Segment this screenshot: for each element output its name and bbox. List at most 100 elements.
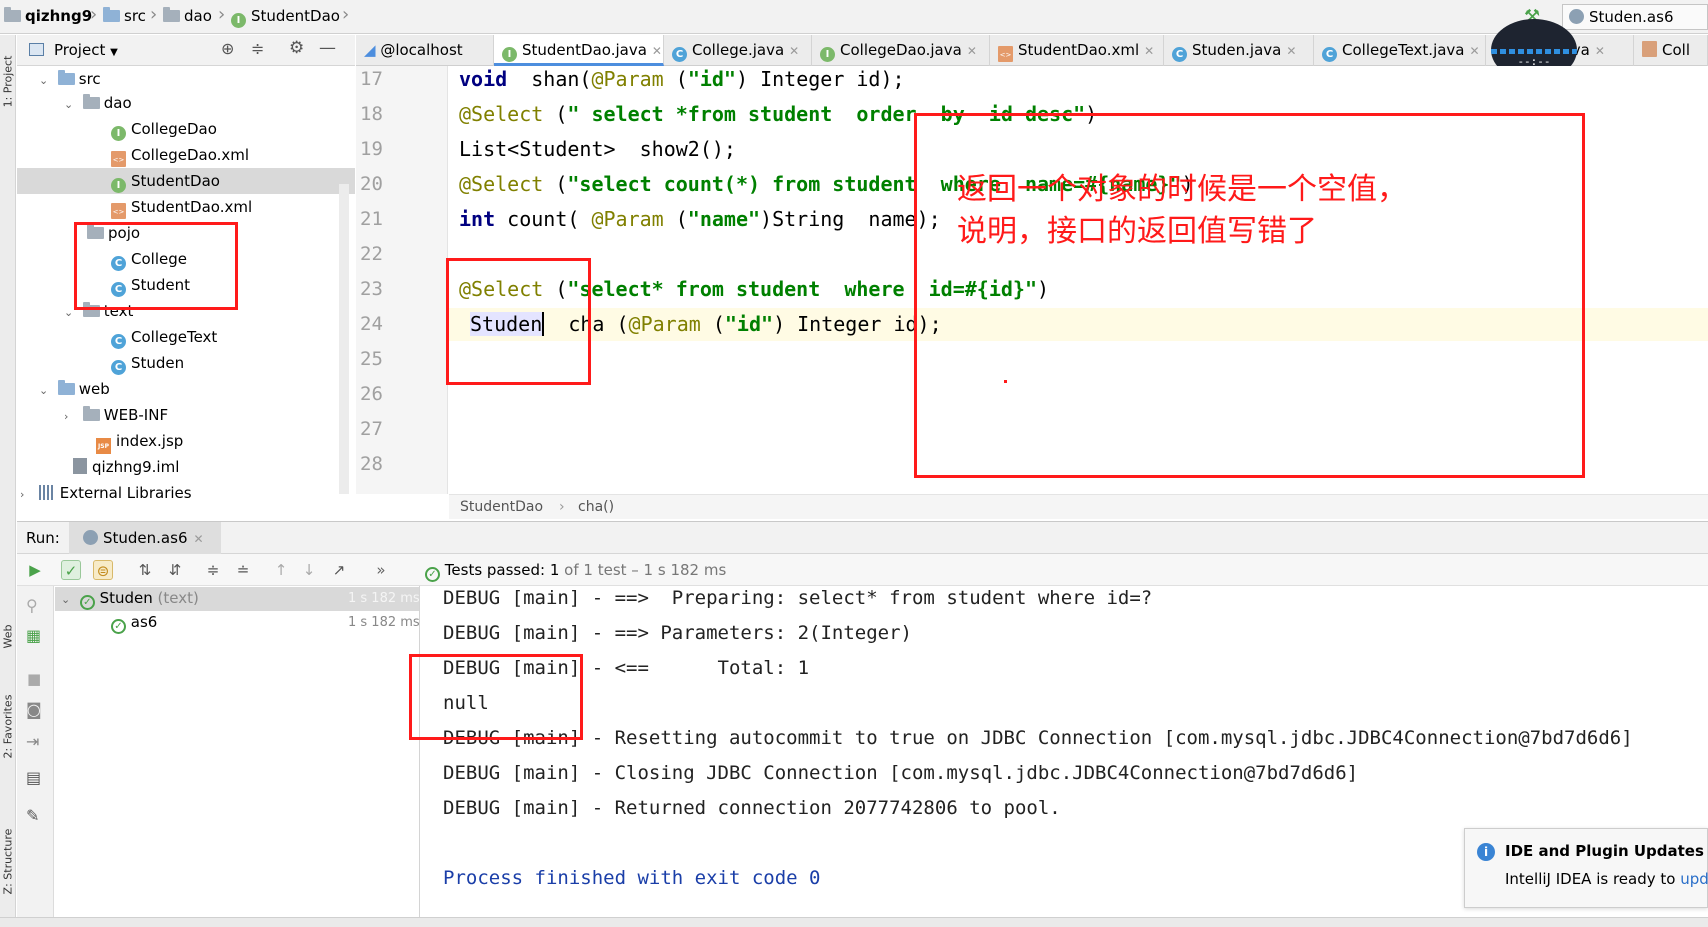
test-duration: 1 s 182 ms xyxy=(348,591,420,606)
line-number: 20 xyxy=(360,173,383,195)
line-number: 26 xyxy=(360,383,383,405)
more-options-icon[interactable]: » xyxy=(371,560,391,580)
tree-item-studentdao-xml[interactable]: <> StudentDao.xml xyxy=(111,194,252,220)
close-icon[interactable]: ✕ xyxy=(789,44,799,58)
test-row-studen[interactable]: ⌄ ✓ Studen (text) xyxy=(61,589,199,610)
tree-item-studentdao[interactable]: I StudentDao xyxy=(17,168,355,194)
line-number: 25 xyxy=(360,348,383,370)
module-icon xyxy=(4,7,21,22)
previous-failed-icon[interactable]: ↑ xyxy=(271,560,291,580)
folder-icon xyxy=(57,70,75,85)
tab-coll-truncated[interactable]: Coll xyxy=(1634,35,1708,66)
rerun-icon[interactable]: ▶ xyxy=(25,560,45,580)
locate-target-icon[interactable]: ⊕ xyxy=(221,39,234,58)
tab-studentdao-java[interactable]: I StudentDao.java ✕ xyxy=(494,35,664,66)
breadcrumb-studentdao[interactable]: I StudentDao xyxy=(231,7,340,28)
coverage-icon[interactable]: ▦ xyxy=(26,626,41,645)
close-icon[interactable]: ✕ xyxy=(194,532,204,546)
annotation-box-null-result xyxy=(409,654,583,740)
stop-icon[interactable]: ■ xyxy=(27,670,41,688)
tab-localhost[interactable]: ◢ @localhost xyxy=(356,35,494,66)
gear-icon[interactable]: ⚙ xyxy=(289,38,304,58)
line-number: 21 xyxy=(360,208,383,230)
show-ignored-icon[interactable]: ⊜ xyxy=(93,560,113,580)
line-number: 18 xyxy=(360,103,383,125)
breadcrumb-dao[interactable]: dao xyxy=(163,7,212,25)
show-passed-icon[interactable]: ✓ xyxy=(61,560,81,580)
tree-item-external-libraries[interactable]: › External Libraries xyxy=(20,480,192,506)
test-row-as6[interactable]: ✓ as6 xyxy=(111,613,157,634)
close-icon[interactable]: ✕ xyxy=(967,44,977,58)
status-bar xyxy=(0,917,1708,927)
expand-arrow-icon: ⌄ xyxy=(39,74,49,87)
editor-crumb-method[interactable]: cha() xyxy=(578,495,614,519)
tree-item-index-jsp[interactable]: JSP index.jsp xyxy=(96,428,183,454)
collapse-all-icon[interactable]: ≑ xyxy=(251,39,264,58)
layout-icon[interactable]: ▤ xyxy=(26,768,41,787)
tree-item-dao[interactable]: ⌄ dao xyxy=(64,90,132,116)
check-circle-icon: ✓ xyxy=(425,567,440,582)
next-failed-icon[interactable]: ↓ xyxy=(299,560,319,580)
tree-item-iml[interactable]: qizhng9.iml xyxy=(73,454,179,480)
sort-alphabetically-icon[interactable]: ⇅ xyxy=(135,560,155,580)
tree-item-collegetext[interactable]: C CollegeText xyxy=(111,324,217,350)
file-icon xyxy=(1642,41,1657,57)
export-results-icon[interactable]: ↗ xyxy=(329,560,349,580)
tab-collegetext-java[interactable]: C CollegeText.java ✕ xyxy=(1314,35,1486,66)
pin-icon[interactable]: ✎ xyxy=(26,806,39,825)
breadcrumb-separator: › xyxy=(218,4,226,25)
annotation-dot xyxy=(1004,380,1007,383)
project-view-icon xyxy=(29,43,44,56)
close-icon[interactable]: ✕ xyxy=(1144,44,1154,58)
tree-scrollbar[interactable] xyxy=(339,184,349,494)
breadcrumb-src[interactable]: src xyxy=(103,7,146,25)
tree-item-collegedao[interactable]: I CollegeDao xyxy=(111,116,217,142)
folder-icon xyxy=(103,7,120,22)
tree-item-web[interactable]: ⌄ web xyxy=(39,376,110,402)
tab-studen-java[interactable]: C Studen.java ✕ xyxy=(1164,35,1314,66)
breadcrumb-project[interactable]: qizhng9 xyxy=(4,7,92,25)
close-icon[interactable]: ✕ xyxy=(1470,44,1480,58)
class-icon: C xyxy=(672,47,687,62)
camera-icon[interactable]: ◙ xyxy=(26,700,42,719)
xml-file-icon: <> xyxy=(111,151,126,167)
editor-crumb-class[interactable]: StudentDao xyxy=(460,495,543,519)
sign-in-icon[interactable]: ⇥ xyxy=(26,732,39,751)
expand-all-icon[interactable]: ≑ xyxy=(203,560,223,580)
tab-college-java[interactable]: C College.java ✕ xyxy=(664,35,812,66)
test-results-tree: ⌄ ✓ Studen (text) 1 s 182 ms ✓ as6 1 s 1… xyxy=(55,586,420,927)
debug-icon[interactable]: ⚲ xyxy=(26,596,38,615)
interface-icon: I xyxy=(502,47,517,62)
notification-link[interactable]: upda xyxy=(1680,870,1708,888)
database-console-icon: ◢ xyxy=(364,41,376,59)
info-icon: i xyxy=(1477,843,1495,861)
collapse-all-icon[interactable]: ≐ xyxy=(233,560,253,580)
close-icon[interactable]: ✕ xyxy=(1286,44,1296,58)
tree-item-collegedao-xml[interactable]: <> CollegeDao.xml xyxy=(111,142,249,168)
project-panel-title[interactable]: Project ▼ xyxy=(54,41,118,59)
line-number: 27 xyxy=(360,418,383,440)
update-notification[interactable]: i IDE and Plugin Updates IntelliJ IDEA i… xyxy=(1464,828,1708,908)
close-icon[interactable]: ✕ xyxy=(1595,44,1605,58)
sort-by-duration-icon[interactable]: ⇵ xyxy=(165,560,185,580)
tab-collegedao-java[interactable]: I CollegeDao.java ✕ xyxy=(812,35,990,66)
console-line: DEBUG [main] - Returned connection 20777… xyxy=(443,797,1061,819)
tree-item-studen[interactable]: C Studen xyxy=(111,350,184,376)
tree-item-web-inf[interactable]: › WEB-INF xyxy=(64,402,168,428)
web-tool-button[interactable]: Web xyxy=(2,597,15,677)
folder-icon xyxy=(57,380,75,395)
console-exit-line: Process finished with exit code 0 xyxy=(443,867,821,889)
run-configuration-selector[interactable]: Studen.as6 xyxy=(1562,4,1708,30)
tests-status: ✓ Tests passed: 1 of 1 test – 1 s 182 ms xyxy=(425,561,726,582)
run-tab-studen-as6[interactable]: Studen.as6 ✕ xyxy=(69,522,221,554)
close-icon[interactable]: ✕ xyxy=(652,44,662,58)
hide-panel-icon[interactable]: — xyxy=(319,38,336,58)
annotation-box-return-type xyxy=(446,258,591,385)
structure-tool-button[interactable]: Z: Structure xyxy=(2,822,15,902)
tab-studentdao-xml[interactable]: <> StudentDao.xml ✕ xyxy=(990,35,1164,66)
line-number: 19 xyxy=(360,138,383,160)
tree-item-src[interactable]: ⌄ src xyxy=(39,66,101,92)
code-line-19: List<Student> show2(); xyxy=(459,137,736,161)
favorites-tool-button[interactable]: 2: Favorites xyxy=(2,687,15,767)
project-tool-button[interactable]: 1: Project xyxy=(2,42,15,122)
